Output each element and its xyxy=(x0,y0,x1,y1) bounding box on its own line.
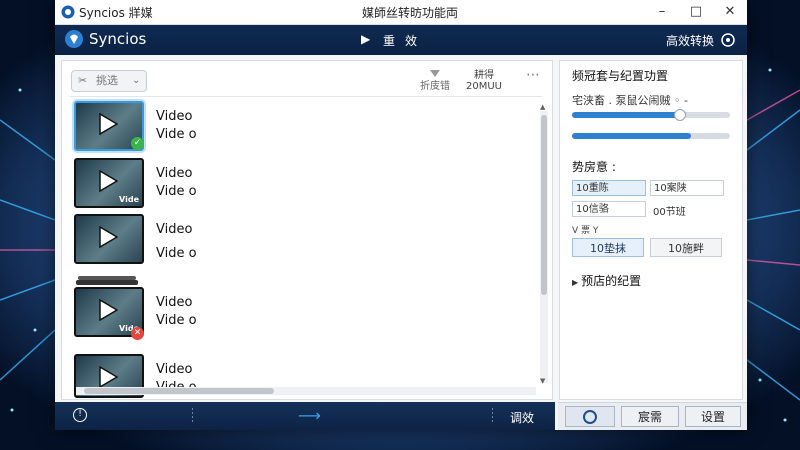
triangle-down-icon xyxy=(430,70,440,77)
option-button-b[interactable]: 10施畔 xyxy=(650,238,722,257)
info-icon[interactable]: ! xyxy=(73,408,87,422)
maximize-button[interactable]: □ xyxy=(679,0,713,24)
app-header: Syncios ▶ 重效 高效转换 xyxy=(55,25,747,55)
slider-1[interactable] xyxy=(572,109,730,121)
syncios-app-icon xyxy=(61,5,75,19)
slider-1-fill xyxy=(572,112,680,118)
option-button-a[interactable]: 10垫抹 xyxy=(572,238,644,257)
toolbar-divider xyxy=(70,96,542,97)
more-options-icon[interactable]: ⋯ xyxy=(526,67,541,83)
brand-name: Syncios xyxy=(89,30,147,48)
divider xyxy=(492,408,493,424)
video-name: Video xyxy=(156,295,193,310)
search-button[interactable]: 宸需 xyxy=(621,406,679,427)
play-icon xyxy=(99,366,118,388)
slider-1-handle[interactable] xyxy=(674,109,687,121)
chevron-down-icon: ⌄ xyxy=(132,75,141,86)
syncios-logo-icon xyxy=(583,410,597,424)
triangle-right-icon: ▶ xyxy=(572,278,579,287)
video-name: Video xyxy=(156,166,193,181)
video-item-3[interactable]: Video Vide o xyxy=(74,214,474,274)
close-button[interactable]: ✕ xyxy=(713,0,747,24)
sort-label: 折庋错 xyxy=(420,81,450,92)
settings-button[interactable]: 设置 xyxy=(685,406,741,427)
slider-2[interactable] xyxy=(572,133,730,139)
efficient-convert-button[interactable]: 高效转换 xyxy=(666,32,714,49)
size-info[interactable]: 耕得 20MUU xyxy=(466,70,502,92)
gear-icon[interactable] xyxy=(720,32,736,48)
play-icon xyxy=(99,113,118,135)
video-thumbnail[interactable] xyxy=(74,214,144,264)
vertical-scroll-thumb[interactable] xyxy=(541,115,547,295)
app-name: Syncios 牂媒 xyxy=(79,6,153,20)
option-3[interactable]: 10信骆 xyxy=(572,201,646,217)
video-subname: Vide o xyxy=(156,246,197,261)
option-4[interactable]: 00节班 xyxy=(653,203,686,218)
apply-effect-button[interactable]: 调效 xyxy=(510,409,534,426)
play-icon xyxy=(99,170,118,192)
tab-effects[interactable]: 重效 xyxy=(383,32,427,49)
scroll-down-icon[interactable]: ▼ xyxy=(540,377,545,385)
size-info-value: 20MUU xyxy=(466,81,502,92)
syncios-logo-icon xyxy=(65,30,83,48)
vertical-scrollbar[interactable]: ▲ ▼ xyxy=(540,103,548,385)
video-subname: Vide o xyxy=(156,127,197,142)
slider-2-fill xyxy=(572,133,691,139)
filter-dropdown[interactable]: ✂ 挑选 ⌄ xyxy=(71,70,147,92)
bottom-toolbar: ! ⟶ 调效 xyxy=(55,402,555,430)
play-icon[interactable]: ▶ xyxy=(361,32,370,46)
settings-panel: 频冠套与纪置功置 宅浃畜 . 泵鼠公闹贼 ◦ - 势房意 : 10重陈 10案陕… xyxy=(559,60,743,400)
play-icon xyxy=(99,299,118,321)
video-item-1[interactable]: ✓ Video Vide o xyxy=(74,101,474,161)
arrow-right-icon[interactable]: ⟶ xyxy=(298,406,321,425)
section-label: 势房意 : xyxy=(572,160,616,174)
size-info-title: 耕得 xyxy=(474,70,494,81)
sort-button[interactable]: 折庋错 xyxy=(418,70,452,92)
panel-subtitle: 宅浃畜 . 泵鼠公闹贼 ◦ - xyxy=(572,94,688,107)
panel-title: 频冠套与纪置功置 xyxy=(572,69,669,83)
syncios-home-button[interactable] xyxy=(565,406,615,427)
video-subname: Vide o xyxy=(156,184,197,199)
scissors-icon: ✂ xyxy=(78,74,88,87)
file-list-panel: ✂ 挑选 ⌄ 折庋错 耕得 20MUU ⋯ ✓ Video Vide o Vid… xyxy=(61,60,553,400)
video-subname: Vide o xyxy=(156,313,197,328)
scroll-up-icon[interactable]: ▲ xyxy=(540,103,545,111)
option-1[interactable]: 10重陈 xyxy=(572,180,646,196)
divider xyxy=(192,408,193,424)
preset-toggle[interactable]: ▶ 预店的纪置 xyxy=(572,272,641,289)
title-bar: Syncios 牂媒 媒師丝转昉功能両 – □ ✕ xyxy=(55,0,747,25)
video-thumbnail[interactable]: Vide xyxy=(74,158,144,208)
stack-layer xyxy=(76,280,138,285)
horizontal-scroll-thumb[interactable] xyxy=(84,388,274,394)
check-icon: ✓ xyxy=(131,137,144,150)
video-name: Video xyxy=(156,362,193,377)
app-window: Syncios 牂媒 媒師丝转昉功能両 – □ ✕ Syncios ▶ 重效 高… xyxy=(55,0,747,430)
filter-label: 挑选 xyxy=(96,74,118,87)
small-label: V 票 Y xyxy=(572,226,599,236)
option-2[interactable]: 10案陕 xyxy=(650,180,724,196)
video-item-2[interactable]: Vide Video Vide o xyxy=(74,158,474,218)
window-title: 媒師丝转昉功能両 xyxy=(361,6,458,20)
error-icon: ✕ xyxy=(131,327,144,340)
video-item-4[interactable]: Vide ✕ Video Vide o xyxy=(74,276,474,347)
video-name: Video xyxy=(156,222,193,237)
bottom-actions: 宸需 设置 xyxy=(558,402,747,430)
minimize-button[interactable]: – xyxy=(645,0,679,24)
video-name: Video xyxy=(156,109,193,124)
preset-label: 预店的纪置 xyxy=(581,274,642,288)
play-icon xyxy=(99,226,118,248)
thumbnail-label: Vide xyxy=(119,195,139,204)
horizontal-scrollbar[interactable] xyxy=(76,387,536,395)
